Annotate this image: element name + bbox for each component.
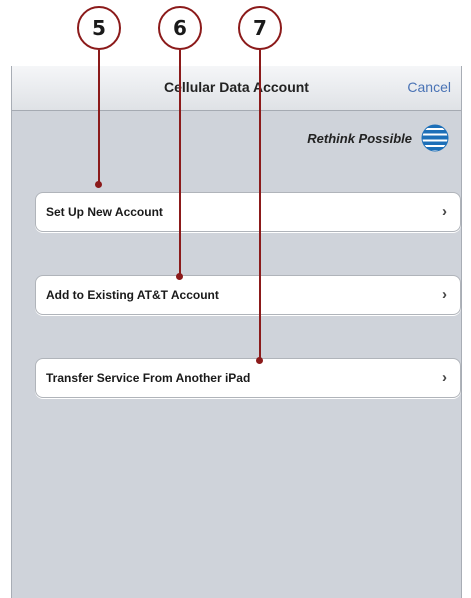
- callout-6-dot: [176, 273, 183, 280]
- callout-5-dot: [95, 181, 102, 188]
- transfer-service-button[interactable]: Transfer Service From Another iPad ›: [35, 358, 461, 398]
- cellular-data-account-window: Cellular Data Account Cancel Rethink Pos…: [11, 66, 462, 598]
- row-label: Set Up New Account: [46, 205, 163, 219]
- cancel-button[interactable]: Cancel: [407, 66, 451, 109]
- att-globe-icon: [421, 124, 449, 152]
- callout-7: 7: [238, 6, 282, 50]
- setup-new-account-button[interactable]: Set Up New Account ›: [35, 192, 461, 232]
- chevron-right-icon: ›: [442, 369, 447, 386]
- row-label: Add to Existing AT&T Account: [46, 288, 219, 302]
- callout-6: 6: [158, 6, 202, 50]
- att-branding: Rethink Possible: [307, 122, 451, 154]
- callout-5: 5: [77, 6, 121, 50]
- callout-5-line: [98, 50, 100, 184]
- callout-7-dot: [256, 357, 263, 364]
- add-existing-account-button[interactable]: Add to Existing AT&T Account ›: [35, 275, 461, 315]
- callout-6-line: [179, 50, 181, 276]
- brand-slogan: Rethink Possible: [307, 130, 412, 146]
- navigation-bar: Cellular Data Account Cancel: [12, 66, 461, 111]
- page-title: Cellular Data Account: [164, 79, 309, 95]
- chevron-right-icon: ›: [442, 286, 447, 303]
- callout-7-line: [259, 50, 261, 360]
- chevron-right-icon: ›: [442, 203, 447, 220]
- row-label: Transfer Service From Another iPad: [46, 371, 251, 385]
